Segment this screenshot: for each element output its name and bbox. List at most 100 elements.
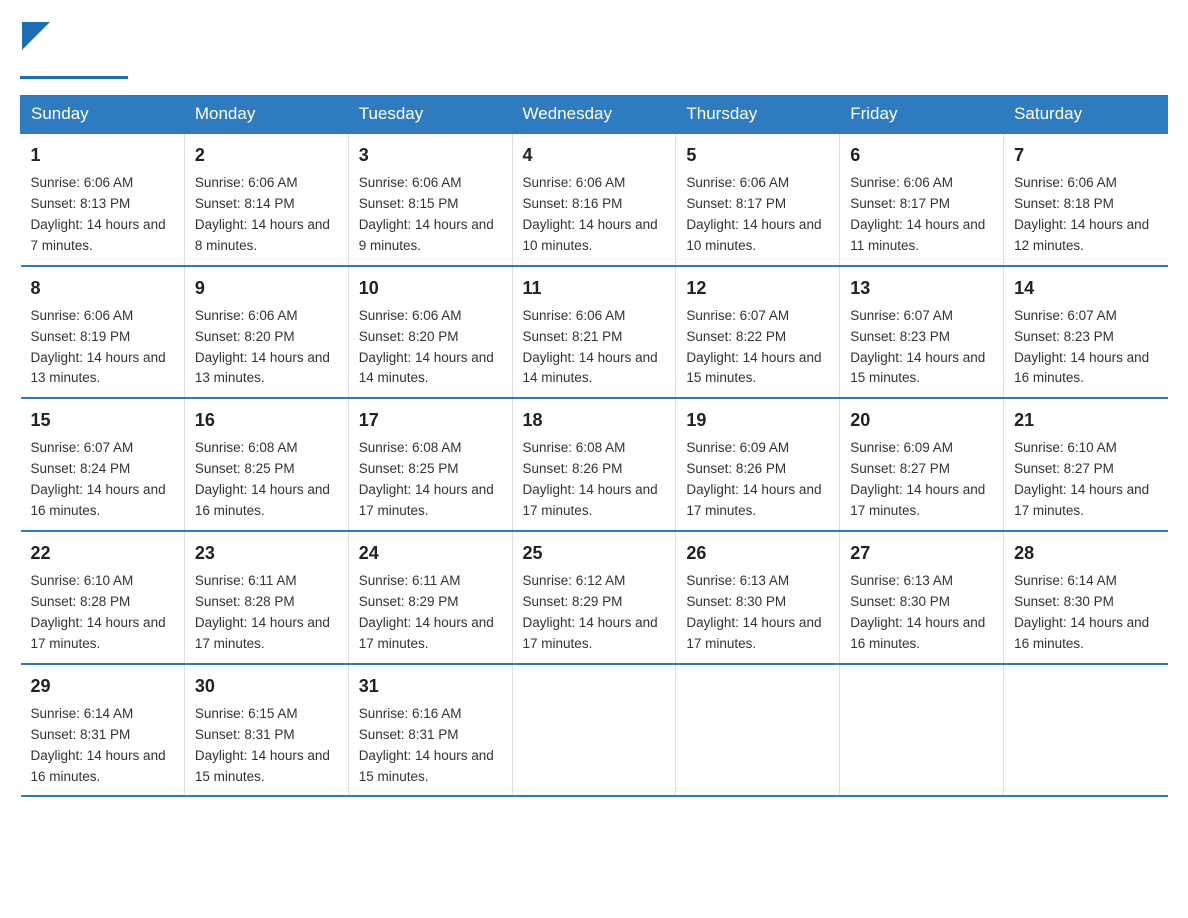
header-sunday: Sunday <box>21 96 185 134</box>
day-info: Sunrise: 6:10 AMSunset: 8:28 PMDaylight:… <box>31 571 174 655</box>
day-number: 17 <box>359 407 502 434</box>
day-info: Sunrise: 6:10 AMSunset: 8:27 PMDaylight:… <box>1014 438 1157 522</box>
calendar-cell: 25 Sunrise: 6:12 AMSunset: 8:29 PMDayligh… <box>512 531 676 664</box>
header-wednesday: Wednesday <box>512 96 676 134</box>
day-number: 18 <box>523 407 666 434</box>
day-number: 25 <box>523 540 666 567</box>
calendar-cell <box>676 664 840 797</box>
day-info: Sunrise: 6:06 AMSunset: 8:15 PMDaylight:… <box>359 173 502 257</box>
day-number: 10 <box>359 275 502 302</box>
calendar-cell <box>1004 664 1168 797</box>
day-info: Sunrise: 6:06 AMSunset: 8:20 PMDaylight:… <box>195 306 338 390</box>
calendar-cell: 19Sunrise: 6:09 AMSunset: 8:26 PMDayligh… <box>676 398 840 531</box>
day-number: 21 <box>1014 407 1157 434</box>
day-info: Sunrise: 6:13 AMSunset: 8:30 PMDaylight:… <box>850 571 993 655</box>
calendar-week-row: 1 Sunrise: 6:06 AMSunset: 8:13 PMDaylight… <box>21 133 1168 266</box>
calendar-cell: 21 Sunrise: 6:10 AMSunset: 8:27 PMDayligh… <box>1004 398 1168 531</box>
day-info: Sunrise: 6:08 AMSunset: 8:26 PMDaylight:… <box>523 438 666 522</box>
day-number: 2 <box>195 142 338 169</box>
calendar-cell: 23Sunrise: 6:11 AMSunset: 8:28 PMDayligh… <box>184 531 348 664</box>
header-monday: Monday <box>184 96 348 134</box>
calendar-cell: 27 Sunrise: 6:13 AMSunset: 8:30 PMDayligh… <box>840 531 1004 664</box>
calendar-cell: 16 Sunrise: 6:08 AMSunset: 8:25 PMDayligh… <box>184 398 348 531</box>
day-info: Sunrise: 6:09 AMSunset: 8:27 PMDaylight:… <box>850 438 993 522</box>
day-info: Sunrise: 6:06 AMSunset: 8:17 PMDaylight:… <box>850 173 993 257</box>
day-number: 31 <box>359 673 502 700</box>
calendar-cell: 5 Sunrise: 6:06 AMSunset: 8:17 PMDaylight… <box>676 133 840 266</box>
day-number: 11 <box>523 275 666 302</box>
calendar-cell: 29 Sunrise: 6:14 AMSunset: 8:31 PMDayligh… <box>21 664 185 797</box>
day-info: Sunrise: 6:14 AMSunset: 8:31 PMDaylight:… <box>31 704 174 788</box>
calendar-cell: 13 Sunrise: 6:07 AMSunset: 8:23 PMDayligh… <box>840 266 1004 399</box>
calendar-week-row: 15Sunrise: 6:07 AMSunset: 8:24 PMDayligh… <box>21 398 1168 531</box>
calendar-cell: 14Sunrise: 6:07 AMSunset: 8:23 PMDayligh… <box>1004 266 1168 399</box>
day-info: Sunrise: 6:11 AMSunset: 8:28 PMDaylight:… <box>195 571 338 655</box>
day-number: 29 <box>31 673 174 700</box>
calendar-cell: 2Sunrise: 6:06 AMSunset: 8:14 PMDaylight… <box>184 133 348 266</box>
calendar-cell: 12 Sunrise: 6:07 AMSunset: 8:22 PMDayligh… <box>676 266 840 399</box>
calendar-cell: 11 Sunrise: 6:06 AMSunset: 8:21 PMDayligh… <box>512 266 676 399</box>
day-number: 6 <box>850 142 993 169</box>
calendar-cell: 6 Sunrise: 6:06 AMSunset: 8:17 PMDaylight… <box>840 133 1004 266</box>
calendar-cell: 1 Sunrise: 6:06 AMSunset: 8:13 PMDaylight… <box>21 133 185 266</box>
day-number: 28 <box>1014 540 1157 567</box>
day-info: Sunrise: 6:06 AMSunset: 8:16 PMDaylight:… <box>523 173 666 257</box>
calendar-cell <box>512 664 676 797</box>
day-info: Sunrise: 6:06 AMSunset: 8:18 PMDaylight:… <box>1014 173 1157 257</box>
day-number: 7 <box>1014 142 1157 169</box>
calendar-week-row: 8Sunrise: 6:06 AMSunset: 8:19 PMDaylight… <box>21 266 1168 399</box>
day-number: 15 <box>31 407 174 434</box>
calendar-cell: 24Sunrise: 6:11 AMSunset: 8:29 PMDayligh… <box>348 531 512 664</box>
day-info: Sunrise: 6:06 AMSunset: 8:13 PMDaylight:… <box>31 173 174 257</box>
day-number: 4 <box>523 142 666 169</box>
page-header: General <box>20 20 1168 79</box>
calendar-cell: 8Sunrise: 6:06 AMSunset: 8:19 PMDaylight… <box>21 266 185 399</box>
day-info: Sunrise: 6:07 AMSunset: 8:23 PMDaylight:… <box>850 306 993 390</box>
day-info: Sunrise: 6:16 AMSunset: 8:31 PMDaylight:… <box>359 704 502 788</box>
header-tuesday: Tuesday <box>348 96 512 134</box>
day-info: Sunrise: 6:12 AMSunset: 8:29 PMDaylight:… <box>523 571 666 655</box>
day-number: 1 <box>31 142 174 169</box>
calendar-cell: 7 Sunrise: 6:06 AMSunset: 8:18 PMDaylight… <box>1004 133 1168 266</box>
calendar-cell: 4 Sunrise: 6:06 AMSunset: 8:16 PMDaylight… <box>512 133 676 266</box>
calendar-cell: 30Sunrise: 6:15 AMSunset: 8:31 PMDayligh… <box>184 664 348 797</box>
day-number: 19 <box>686 407 829 434</box>
calendar-cell: 3 Sunrise: 6:06 AMSunset: 8:15 PMDaylight… <box>348 133 512 266</box>
day-number: 22 <box>31 540 174 567</box>
calendar-cell: 26 Sunrise: 6:13 AMSunset: 8:30 PMDayligh… <box>676 531 840 664</box>
day-number: 13 <box>850 275 993 302</box>
calendar-cell <box>840 664 1004 797</box>
day-info: Sunrise: 6:14 AMSunset: 8:30 PMDaylight:… <box>1014 571 1157 655</box>
day-number: 3 <box>359 142 502 169</box>
header-thursday: Thursday <box>676 96 840 134</box>
day-info: Sunrise: 6:06 AMSunset: 8:21 PMDaylight:… <box>523 306 666 390</box>
header-saturday: Saturday <box>1004 96 1168 134</box>
calendar-cell: 31 Sunrise: 6:16 AMSunset: 8:31 PMDayligh… <box>348 664 512 797</box>
day-number: 16 <box>195 407 338 434</box>
day-number: 20 <box>850 407 993 434</box>
day-number: 27 <box>850 540 993 567</box>
calendar-cell: 17 Sunrise: 6:08 AMSunset: 8:25 PMDayligh… <box>348 398 512 531</box>
day-info: Sunrise: 6:07 AMSunset: 8:23 PMDaylight:… <box>1014 306 1157 390</box>
day-number: 30 <box>195 673 338 700</box>
day-info: Sunrise: 6:06 AMSunset: 8:17 PMDaylight:… <box>686 173 829 257</box>
day-number: 12 <box>686 275 829 302</box>
day-info: Sunrise: 6:07 AMSunset: 8:22 PMDaylight:… <box>686 306 829 390</box>
calendar-cell: 18 Sunrise: 6:08 AMSunset: 8:26 PMDayligh… <box>512 398 676 531</box>
logo: General <box>20 20 128 79</box>
day-info: Sunrise: 6:06 AMSunset: 8:19 PMDaylight:… <box>31 306 174 390</box>
calendar-cell: 20 Sunrise: 6:09 AMSunset: 8:27 PMDayligh… <box>840 398 1004 531</box>
calendar-week-row: 22 Sunrise: 6:10 AMSunset: 8:28 PMDayligh… <box>21 531 1168 664</box>
calendar-table: SundayMondayTuesdayWednesdayThursdayFrid… <box>20 95 1168 797</box>
day-number: 5 <box>686 142 829 169</box>
day-info: Sunrise: 6:11 AMSunset: 8:29 PMDaylight:… <box>359 571 502 655</box>
day-number: 26 <box>686 540 829 567</box>
calendar-cell: 15Sunrise: 6:07 AMSunset: 8:24 PMDayligh… <box>21 398 185 531</box>
calendar-cell: 9Sunrise: 6:06 AMSunset: 8:20 PMDaylight… <box>184 266 348 399</box>
header-friday: Friday <box>840 96 1004 134</box>
day-info: Sunrise: 6:13 AMSunset: 8:30 PMDaylight:… <box>686 571 829 655</box>
day-info: Sunrise: 6:06 AMSunset: 8:20 PMDaylight:… <box>359 306 502 390</box>
calendar-cell: 28 Sunrise: 6:14 AMSunset: 8:30 PMDayligh… <box>1004 531 1168 664</box>
day-info: Sunrise: 6:08 AMSunset: 8:25 PMDaylight:… <box>195 438 338 522</box>
day-info: Sunrise: 6:08 AMSunset: 8:25 PMDaylight:… <box>359 438 502 522</box>
